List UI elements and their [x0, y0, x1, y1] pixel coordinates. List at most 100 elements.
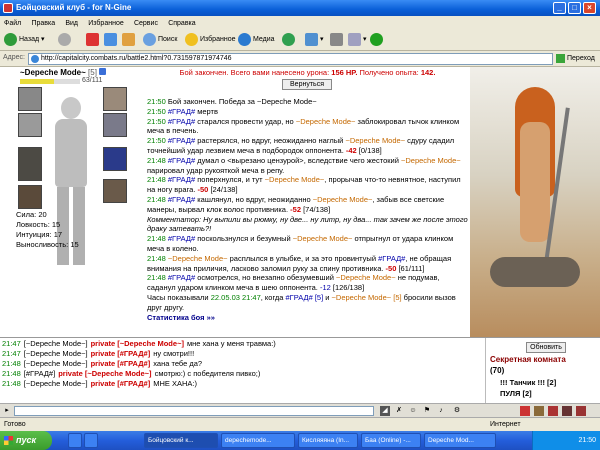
fighter-name[interactable]: #ГРАД#: [168, 107, 195, 116]
log-text: Часы показывали: [147, 292, 211, 302]
minimize-button[interactable]: _: [553, 2, 566, 14]
fighter-name[interactable]: #ГРАД#: [168, 195, 195, 204]
task-button-chat1[interactable]: Кисляяяна (In...: [298, 433, 358, 448]
mail-button[interactable]: ▾: [305, 32, 324, 48]
fighter-name[interactable]: ~Depeche Mode~: [401, 156, 461, 165]
task-button-folder[interactable]: depechemode...: [221, 433, 295, 448]
battle-stats-link[interactable]: Статистика боя »»: [147, 313, 469, 323]
return-button[interactable]: Вернуться: [282, 79, 332, 90]
ring-slot-icon[interactable]: [103, 113, 127, 137]
start-button[interactable]: пуск: [0, 431, 52, 450]
go-button[interactable]: Переход: [556, 53, 595, 65]
print-button[interactable]: [330, 32, 345, 48]
maximize-button[interactable]: □: [568, 2, 581, 14]
map-icon[interactable]: [562, 406, 572, 416]
shield-slot-icon[interactable]: [103, 147, 127, 171]
fighter-name[interactable]: ~Depeche Mode~: [168, 254, 228, 263]
mail-game-icon[interactable]: [576, 406, 586, 416]
fighter-name[interactable]: ~Depeche Mode~: [336, 273, 396, 282]
fighter-name[interactable]: ~Depeche Mode~: [296, 117, 356, 126]
fighter-name[interactable]: #ГРАД#: [168, 136, 195, 145]
home-button[interactable]: [122, 32, 137, 48]
task-button-chat3[interactable]: Depeche Mod...: [424, 433, 496, 448]
refresh-button[interactable]: [104, 32, 119, 48]
settings-icon[interactable]: ⚙: [452, 406, 462, 416]
fighter-name[interactable]: -12: [320, 283, 331, 292]
chat-private-target[interactable]: private [~Depeche Mode~]: [58, 369, 151, 378]
task-button-browser[interactable]: Бойцовский к...: [144, 433, 218, 448]
chat-message: 21:48 [~Depeche Mode~] private [#ГРАД#] хан…: [2, 359, 480, 369]
chat-sender[interactable]: [~Depeche Mode~]: [24, 379, 88, 388]
chat-input[interactable]: [14, 406, 374, 416]
page-icon: [31, 55, 39, 63]
fighter-name[interactable]: ~Depeche Mode~: [313, 195, 373, 204]
system-tray: 21:50: [532, 431, 600, 450]
edit-button[interactable]: ▾: [348, 32, 367, 48]
helmet-slot-icon[interactable]: [18, 87, 42, 111]
search-button[interactable]: Поиск: [143, 32, 177, 48]
chat-sender[interactable]: [#ГРАД#]: [24, 369, 55, 378]
chat-sender[interactable]: [~Depeche Mode~]: [24, 349, 88, 358]
fighter-name[interactable]: #ГРАД#: [168, 117, 195, 126]
chat-target-icon[interactable]: ▸: [2, 406, 12, 416]
chat-private-target[interactable]: private [#ГРАД#]: [91, 359, 151, 368]
close-button[interactable]: ×: [583, 2, 596, 14]
chat-sender[interactable]: [~Depeche Mode~]: [24, 359, 88, 368]
damage-value: -50: [385, 263, 397, 273]
history-button[interactable]: [282, 32, 297, 48]
refresh-room-button[interactable]: Обновить: [526, 342, 566, 353]
fighter-name[interactable]: #ГРАД#: [168, 234, 195, 243]
fighter-name[interactable]: #ГРАД#: [168, 156, 195, 165]
media-button[interactable]: Медиа: [238, 32, 275, 48]
fighter-name[interactable]: #ГРАД#: [168, 273, 195, 282]
fighter-name[interactable]: ~Depeche Mode~: [293, 234, 353, 243]
fighter-name[interactable]: ~Depeche Mode~: [265, 175, 325, 184]
fighter-name[interactable]: #ГРАД#: [378, 254, 405, 263]
clear-icon[interactable]: ✗: [394, 406, 404, 416]
earrings-slot-icon[interactable]: [103, 87, 127, 111]
task-button-chat2[interactable]: Баа (Online) -...: [361, 433, 421, 448]
fighter-name[interactable]: ~Depeche Mode~ [5]: [332, 293, 402, 302]
room-user[interactable]: ПУЛЯ [2]: [500, 389, 532, 398]
gloves-slot-icon[interactable]: [103, 179, 127, 203]
chat-private-target[interactable]: private [#ГРАД#]: [91, 349, 151, 358]
character-name[interactable]: ~Depeche Mode~: [20, 68, 86, 77]
inventory-icon[interactable]: [534, 406, 544, 416]
log-text: кашлянул, но вдруг, неожиданно: [195, 194, 313, 204]
window-title-bar[interactable]: Бойцовский клуб - for N-Gine _ □ ×: [0, 0, 600, 16]
room-user[interactable]: !!! Танчик !!! [2]: [500, 378, 556, 387]
figure-torso: [55, 119, 87, 187]
forward-button[interactable]: [58, 32, 73, 48]
chat-private-target[interactable]: private [~Depeche Mode~]: [91, 339, 184, 348]
belt-slot-icon[interactable]: [18, 185, 42, 209]
log-time: 21:48: [147, 253, 166, 263]
filter-icon[interactable]: ⚑: [422, 406, 432, 416]
info-icon[interactable]: [99, 68, 107, 75]
messenger-button[interactable]: [370, 32, 385, 48]
fighter-name[interactable]: ~Depeche Mode~: [345, 136, 405, 145]
chat-time: 21:48: [2, 369, 21, 378]
sword-slot-icon[interactable]: [18, 113, 42, 137]
home-icon: [122, 32, 135, 46]
smile-icon[interactable]: ☺: [408, 406, 418, 416]
sound-icon[interactable]: ♪: [436, 406, 446, 416]
address-input[interactable]: http://capitalcity.combats.ru/battle2.ht…: [28, 53, 553, 65]
fighter-name[interactable]: #ГРАД#: [168, 175, 195, 184]
quicklaunch-desktop-icon[interactable]: [84, 433, 98, 448]
log-text: расплылся в улыбке, и за это провинтуый: [227, 253, 379, 263]
room-title: Секретная комната: [490, 355, 566, 364]
media-icon: [238, 32, 251, 46]
fighter-name[interactable]: #ГРАД# [5]: [286, 293, 324, 302]
log-icon[interactable]: [548, 406, 558, 416]
back-button[interactable]: Назад ▾: [4, 32, 45, 48]
send-icon[interactable]: ◢: [380, 406, 390, 416]
clock[interactable]: 21:50: [578, 437, 596, 444]
exit-icon[interactable]: [520, 406, 530, 416]
favorites-button[interactable]: Избранное: [185, 32, 235, 48]
armor-slot-icon[interactable]: [18, 147, 42, 181]
chat-private-target[interactable]: private [#ГРАД#]: [91, 379, 151, 388]
chat-sender[interactable]: [~Depeche Mode~]: [24, 339, 88, 348]
quicklaunch-ie-icon[interactable]: [68, 433, 82, 448]
stop-button[interactable]: [86, 32, 101, 48]
stat-strength: Сила: 20: [16, 210, 47, 219]
